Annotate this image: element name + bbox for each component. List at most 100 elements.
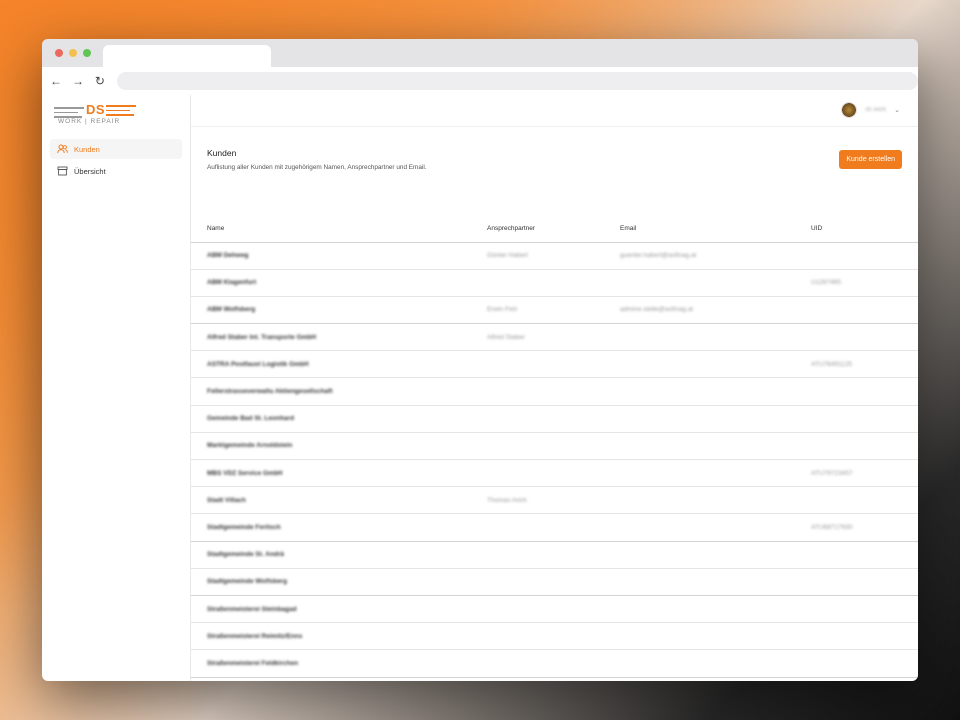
cell-uid: U1287465 [811, 268, 918, 297]
column-header-name[interactable]: Name [191, 215, 487, 242]
cell-name: ABM Wolfsberg [191, 295, 487, 324]
cell-name: ASTRA Postfaust Logistik GmbH [191, 350, 487, 378]
cell-email [620, 540, 811, 569]
cell-email: admine.stelle@asfinag.at [620, 295, 811, 324]
cell-contact: Thomas Arich [487, 486, 620, 514]
cell-name: Gemeinde Bad St. Leonhard [191, 404, 487, 433]
browser-tab[interactable] [103, 45, 271, 67]
cell-contact [487, 649, 620, 677]
cell-uid [811, 594, 918, 623]
column-header-contact[interactable]: Ansprechpartner [487, 215, 620, 242]
cell-email [620, 567, 811, 596]
username: ds work [865, 107, 887, 113]
cell-contact: Günter Haberl [487, 241, 620, 270]
cell-email [620, 676, 811, 681]
sidebar-item-uebersicht[interactable]: Übersicht [50, 161, 182, 181]
cell-contact [487, 268, 620, 297]
cell-uid [811, 567, 918, 596]
column-header-email[interactable]: Email [620, 215, 811, 242]
cell-uid [811, 622, 918, 650]
cell-contact [487, 513, 620, 542]
archive-icon [56, 166, 68, 176]
create-customer-button[interactable]: Kunde erstellen [839, 150, 902, 169]
minimize-window-button[interactable] [69, 49, 77, 57]
cell-contact [487, 594, 620, 623]
sidebar-item-label: Kunden [74, 144, 100, 154]
table-row[interactable]: Straßenmeisterei Friesach [191, 676, 918, 681]
cell-uid: ATU79723457 [811, 458, 918, 487]
table-row[interactable]: Stadtgemeinde Feritsch ATU68717930 [191, 513, 918, 542]
cell-contact: Alfred Staber [487, 323, 620, 351]
company-logo[interactable]: DS WORK | REPAIR [54, 101, 144, 127]
cell-name: ABM Klagenfurt [191, 268, 487, 297]
cell-uid [811, 431, 918, 460]
table-row[interactable]: MBS VDZ Service GmbH ATU79723457 [191, 458, 918, 487]
cell-email: guenter.haberl@asfinag.at [620, 241, 811, 270]
cell-uid [811, 649, 918, 677]
page-title: Kunden [207, 148, 237, 158]
table-row[interactable]: Straßenmeisterei Feldkirchen [191, 649, 918, 677]
cell-uid [811, 540, 918, 569]
cell-name: Straßenmeisterei Reimitz/Enns [191, 622, 487, 650]
cell-email [620, 323, 811, 351]
cell-uid: ATU68717930 [811, 513, 918, 542]
cell-uid [811, 323, 918, 351]
cell-name: Straßenmeisterei Feldkirchen [191, 649, 487, 677]
cell-email [620, 649, 811, 677]
cell-uid: ATU76491125 [811, 350, 918, 378]
cell-uid [811, 404, 918, 433]
address-bar[interactable] [116, 72, 918, 90]
cell-uid [811, 676, 918, 681]
table-row[interactable]: Marktgemeinde Arnoldstein [191, 431, 918, 460]
close-window-button[interactable] [55, 49, 63, 57]
cell-email [620, 513, 811, 542]
cell-contact [487, 404, 620, 433]
user-menu[interactable]: ds work ⌄ [841, 102, 900, 118]
cell-name: Stadt Villach [191, 486, 487, 514]
back-arrow-icon[interactable]: ← [45, 74, 67, 88]
table-row[interactable]: ABM Klagenfurt U1287465 [191, 268, 918, 297]
table-row[interactable]: Stadtgemeinde St. Andrä [191, 540, 918, 569]
forward-arrow-icon[interactable]: → [67, 74, 89, 88]
cell-email [620, 431, 811, 460]
table-row[interactable]: ABM Dehweg Günter Haberl guenter.haberl@as… [191, 241, 918, 270]
table-row[interactable]: Straßenmeisterei Reimitz/Enns [191, 622, 918, 650]
cell-contact [487, 567, 620, 596]
sidebar-item-kunden[interactable]: Kunden [50, 139, 182, 159]
cell-email [620, 486, 811, 514]
table-row[interactable]: ASTRA Postfaust Logistik GmbH ATU76491125 [191, 350, 918, 378]
reload-icon[interactable]: ↻ [89, 74, 111, 88]
app-container: DS WORK | REPAIR Kunden Übersicht ds wor… [42, 95, 918, 681]
table-header-row: Name Ansprechpartner Email UID [191, 215, 918, 242]
sidebar-item-label: Übersicht [74, 166, 106, 176]
column-header-uid[interactable]: UID [811, 215, 918, 242]
cell-uid [811, 486, 918, 514]
cell-name: Stadtgemeinde St. Andrä [191, 540, 487, 569]
cell-uid [811, 241, 918, 270]
cell-name: Stadtgemeinde Feritsch [191, 513, 487, 542]
cell-email [620, 377, 811, 406]
table-row[interactable]: ABM Wolfsberg Erwin Felz admine.stelle@asf… [191, 295, 918, 324]
page-header: Kunden Auflistung aller Kunden mit zugeh… [191, 127, 918, 215]
table-row[interactable]: Alfred Staber Int. Transporte GmbH Alfred… [191, 323, 918, 351]
main-content: ds work ⌄ Kunden Auflistung aller Kunden… [191, 95, 918, 681]
table-row[interactable]: Straßenmeisterei Steinbagad [191, 594, 918, 623]
cell-contact [487, 540, 620, 569]
table-row[interactable]: Stadtgemeinde Wolfsberg [191, 567, 918, 596]
cell-uid [811, 295, 918, 324]
avatar [841, 102, 858, 118]
table-row[interactable]: Fellerstrasseverwaltu Aktiengesellschaft [191, 377, 918, 406]
cell-contact [487, 676, 620, 681]
customers-table: Name Ansprechpartner Email UID ABM Dehwe… [191, 215, 918, 681]
sidebar: DS WORK | REPAIR Kunden Übersicht [42, 95, 191, 681]
table-row[interactable]: Stadt Villach Thomas Arich [191, 486, 918, 514]
browser-chrome: ← → ↻ [42, 39, 918, 95]
cell-email [620, 594, 811, 623]
page-subtitle: Auflistung aller Kunden mit zugehörigem … [207, 164, 427, 171]
cell-email [620, 404, 811, 433]
cell-name: Fellerstrasseverwaltu Aktiengesellschaft [191, 377, 487, 406]
chevron-down-icon: ⌄ [894, 107, 900, 114]
table-row[interactable]: Gemeinde Bad St. Leonhard [191, 404, 918, 433]
cell-contact [487, 350, 620, 378]
maximize-window-button[interactable] [83, 49, 91, 57]
